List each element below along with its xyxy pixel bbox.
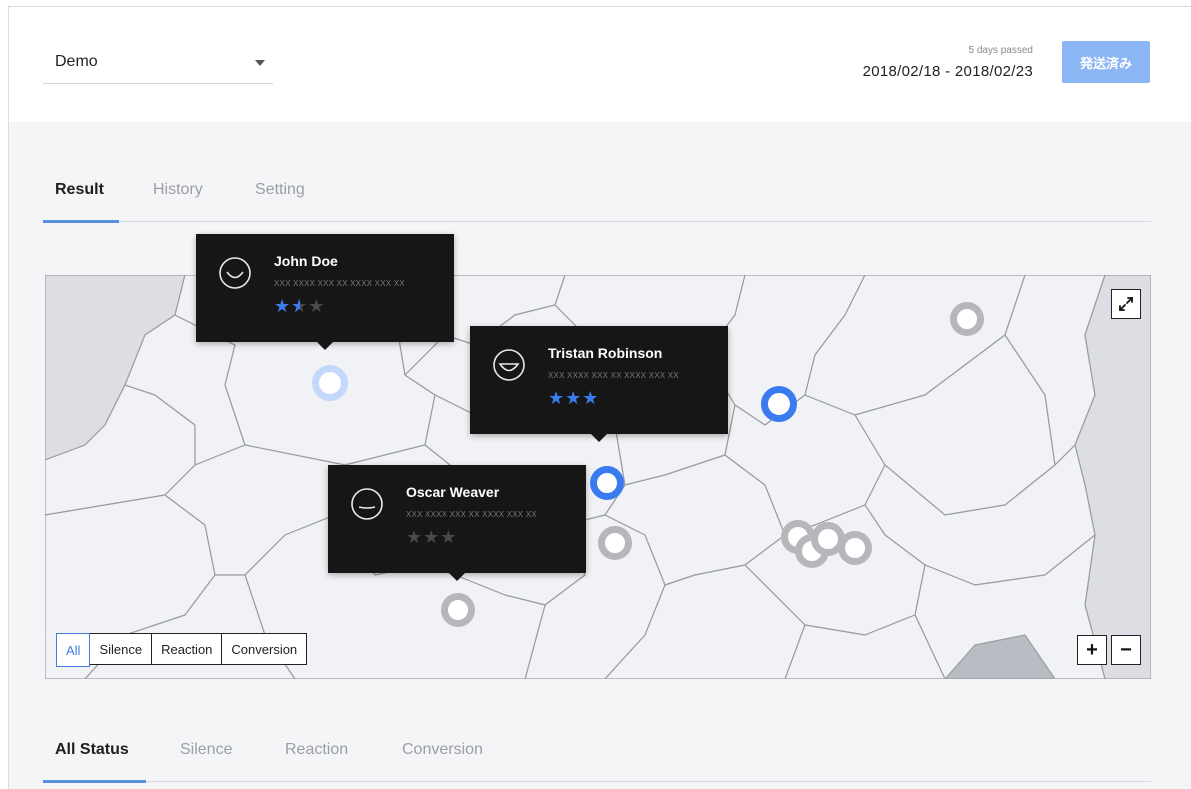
star-icon: ★ bbox=[565, 388, 583, 409]
tab-result[interactable]: Result bbox=[55, 181, 104, 199]
zoom-out-button[interactable]: − bbox=[1111, 635, 1141, 665]
star-icon: ★ bbox=[406, 527, 424, 548]
profile-popup-tristan-robinson[interactable]: Tristan Robinson XXX XXXX XXX XX XXXX XX… bbox=[470, 326, 728, 442]
star-icon: ★ bbox=[440, 527, 458, 548]
star-icon: ★ bbox=[423, 527, 441, 548]
map-marker-oscar-weaver[interactable] bbox=[590, 466, 624, 500]
map-marker[interactable] bbox=[838, 531, 872, 565]
tab-history[interactable]: History bbox=[153, 181, 203, 199]
days-passed-label: 5 days passed bbox=[968, 45, 1034, 56]
rating-stars: ★★★ bbox=[406, 527, 457, 548]
active-tab-indicator bbox=[43, 220, 119, 223]
popup-name: Tristan Robinson bbox=[548, 345, 663, 361]
popup-arrow bbox=[317, 342, 333, 350]
zoom-in-button[interactable]: + bbox=[1077, 635, 1107, 665]
project-select-value: Demo bbox=[55, 53, 98, 70]
map-filter-group: All Silence Reaction Conversion bbox=[56, 633, 308, 667]
rating-stars: ★★★★ bbox=[274, 296, 325, 317]
profile-popup-oscar-weaver[interactable]: Oscar Weaver XXX XXXX XXX XX XXXX XXX XX… bbox=[328, 465, 586, 581]
star-icon: ★ bbox=[308, 296, 326, 317]
grin-face-icon bbox=[493, 349, 525, 381]
expand-icon bbox=[1119, 297, 1133, 311]
popup-name: Oscar Weaver bbox=[406, 484, 500, 500]
star-icon: ★ bbox=[548, 388, 566, 409]
project-select[interactable]: Demo bbox=[43, 47, 273, 84]
popup-name: John Doe bbox=[274, 253, 338, 269]
status-tabs: All Status Silence Reaction Conversion bbox=[43, 737, 1151, 783]
smile-face-icon bbox=[219, 257, 251, 289]
tab-setting[interactable]: Setting bbox=[255, 181, 305, 199]
fullscreen-button[interactable] bbox=[1111, 289, 1141, 319]
star-icon: ★ bbox=[582, 388, 600, 409]
tab-conversion[interactable]: Conversion bbox=[402, 741, 483, 759]
star-icon: ★ bbox=[274, 296, 292, 317]
map-marker[interactable] bbox=[441, 593, 475, 627]
filter-reaction[interactable]: Reaction bbox=[152, 634, 223, 664]
profile-popup-john-doe[interactable]: John Doe XXX XXXX XXX XX XXXX XXX XX ★★ ★… bbox=[196, 234, 454, 350]
popup-arrow bbox=[449, 573, 465, 581]
app-frame: Demo 5 days passed 2018/02/18 - 2018/02/… bbox=[8, 6, 1191, 789]
tab-silence[interactable]: Silence bbox=[180, 741, 232, 759]
tab-all-status[interactable]: All Status bbox=[55, 741, 129, 759]
neutral-face-icon bbox=[351, 488, 383, 520]
popup-subtitle: XXX XXXX XXX XX XXXX XXX XX bbox=[274, 279, 405, 288]
date-range: 2018/02/18 - 2018/02/23 bbox=[862, 63, 1033, 80]
half-star-icon: ★★ bbox=[291, 296, 309, 317]
filter-conversion[interactable]: Conversion bbox=[222, 634, 307, 664]
map-marker-tristan-robinson[interactable] bbox=[761, 386, 797, 422]
tab-reaction[interactable]: Reaction bbox=[285, 741, 348, 759]
rating-stars: ★★★ bbox=[548, 388, 599, 409]
popup-subtitle: XXX XXXX XXX XX XXXX XXX XX bbox=[548, 371, 679, 380]
sent-button[interactable]: 発送済み bbox=[1062, 41, 1150, 83]
main-tabs: Result History Setting bbox=[43, 177, 1151, 223]
filter-all[interactable]: All bbox=[56, 633, 91, 667]
popup-arrow bbox=[591, 434, 607, 442]
top-bar: Demo 5 days passed 2018/02/18 - 2018/02/… bbox=[9, 7, 1191, 122]
chevron-down-icon bbox=[255, 60, 265, 66]
map-marker-john-doe[interactable] bbox=[312, 365, 348, 401]
active-tab-indicator bbox=[43, 780, 146, 783]
map-marker[interactable] bbox=[950, 302, 984, 336]
filter-silence[interactable]: Silence bbox=[90, 634, 153, 664]
popup-subtitle: XXX XXXX XXX XX XXXX XXX XX bbox=[406, 510, 537, 519]
zoom-controls: + − bbox=[1073, 635, 1141, 665]
map-marker[interactable] bbox=[598, 526, 632, 560]
